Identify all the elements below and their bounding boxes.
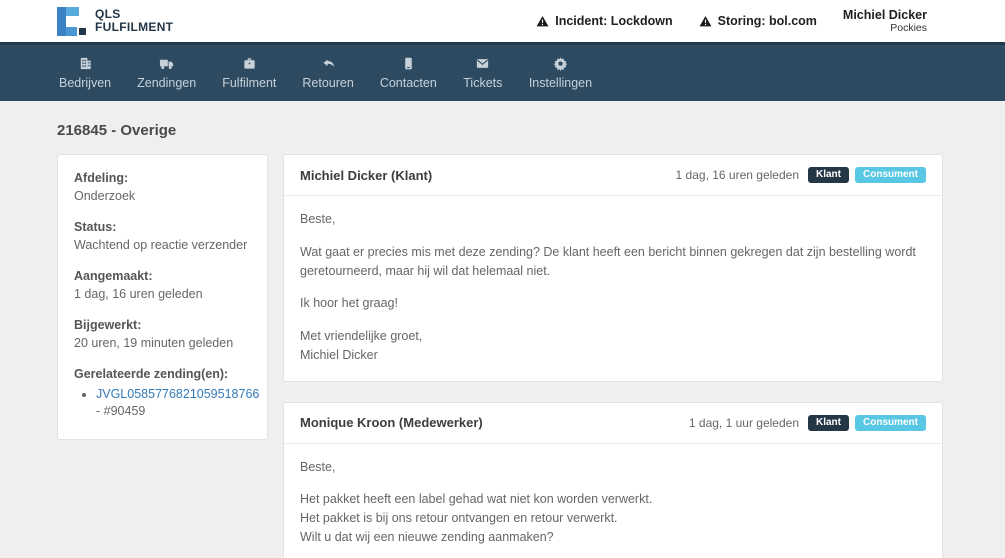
message-header: Monique Kroon (Medewerker) 1 dag, 1 uur … [284,403,942,444]
field-afdeling: Afdeling: Onderzoek [74,170,251,205]
nav-item-contacten[interactable]: Contacten [367,56,450,90]
message-paragraph: Beste, [300,458,926,477]
nav-item-retouren[interactable]: Retouren [289,56,366,90]
field-label: Gerelateerde zending(en): [74,366,251,384]
shipment-link[interactable]: JVGL0585776821059518766 [96,387,259,401]
nav-item-tickets[interactable]: Tickets [450,56,516,90]
message-author: Monique Kroon (Medewerker) [300,415,483,430]
gear-icon [553,56,568,71]
briefcase-icon [242,56,257,71]
klant-badge: Klant [808,167,849,183]
user-menu[interactable]: Michiel Dicker Pockies [843,8,927,34]
warning-icon [536,15,549,28]
message-paragraph: Beste, [300,210,926,229]
brand-name: QLS FULFILMENT [95,8,173,35]
nav-label: Tickets [463,76,502,90]
field-aangemaakt: Aangemaakt: 1 dag, 16 uren geleden [74,268,251,303]
incident-label: Incident: Lockdown [555,14,672,28]
message-timestamp: 1 dag, 1 uur geleden [689,416,799,430]
page-title: 216845 - Overige [57,122,1005,139]
incident-alert[interactable]: Incident: Lockdown [536,14,672,28]
klant-badge: Klant [808,415,849,431]
nav-item-bedrijven[interactable]: Bedrijven [46,56,124,90]
nav-item-instellingen[interactable]: Instellingen [516,56,605,90]
brand-logo[interactable]: QLS FULFILMENT [57,7,173,36]
user-name: Michiel Dicker [843,8,927,22]
field-status: Status: Wachtend op reactie verzender [74,219,251,254]
reply-arrow-icon [321,56,336,71]
message-paragraph: Met vriendelijke groet, Michiel Dicker [300,327,926,365]
consument-badge: Consument [855,167,926,183]
message-paragraph: Het pakket heeft een label gehad wat nie… [300,490,926,546]
message-header: Michiel Dicker (Klant) 1 dag, 16 uren ge… [284,155,942,196]
message-body: Beste, Wat gaat er precies mis met deze … [284,196,942,381]
field-value: Wachtend op reactie verzender [74,237,251,255]
main-nav: Bedrijven Zendingen Fulfilment Retouren … [0,42,1005,101]
qls-logo-icon [57,7,86,36]
nav-label: Contacten [380,76,437,90]
field-value: 1 dag, 16 uren geleden [74,286,251,304]
related-shipment-item: JVGL0585776821059518766 - #90459 [96,386,251,421]
message-body: Beste, Het pakket heeft een label gehad … [284,444,942,558]
message-timestamp: 1 dag, 16 uren geleden [676,168,799,182]
nav-label: Fulfilment [222,76,276,90]
field-gerelateerde-zendingen: Gerelateerde zending(en): JVGL0585776821… [74,366,251,421]
nav-label: Zendingen [137,76,196,90]
field-label: Afdeling: [74,170,251,188]
contact-card-icon [401,56,416,71]
message-author: Michiel Dicker (Klant) [300,168,432,183]
shipment-suffix: - #90459 [96,404,145,418]
storing-alert[interactable]: Storing: bol.com [699,14,817,28]
nav-label: Retouren [302,76,353,90]
warning-icon [699,15,712,28]
field-value: Onderzoek [74,188,251,206]
building-icon [78,56,93,71]
field-value: 20 uren, 19 minuten geleden [74,335,251,353]
field-label: Status: [74,219,251,237]
message-paragraph: Ik hoor het graag! [300,294,926,313]
field-label: Bijgewerkt: [74,317,251,335]
user-company: Pockies [843,22,927,34]
top-header: QLS FULFILMENT Incident: Lockdown Storin… [0,0,1005,42]
consument-badge: Consument [855,415,926,431]
field-label: Aangemaakt: [74,268,251,286]
nav-item-zendingen[interactable]: Zendingen [124,56,209,90]
message-card: Michiel Dicker (Klant) 1 dag, 16 uren ge… [283,154,943,382]
content-area: Afdeling: Onderzoek Status: Wachtend op … [0,154,1005,558]
message-card: Monique Kroon (Medewerker) 1 dag, 1 uur … [283,402,943,558]
nav-label: Instellingen [529,76,592,90]
storing-label: Storing: bol.com [718,14,817,28]
message-paragraph: Wat gaat er precies mis met deze zending… [300,243,926,281]
related-shipment-list: JVGL0585776821059518766 - #90459 [96,386,251,421]
nav-item-fulfilment[interactable]: Fulfilment [209,56,289,90]
message-thread: Michiel Dicker (Klant) 1 dag, 16 uren ge… [283,154,943,558]
truck-icon [159,56,174,71]
ticket-info-card: Afdeling: Onderzoek Status: Wachtend op … [57,154,268,440]
field-bijgewerkt: Bijgewerkt: 20 uren, 19 minuten geleden [74,317,251,352]
nav-label: Bedrijven [59,76,111,90]
envelope-icon [475,56,490,71]
